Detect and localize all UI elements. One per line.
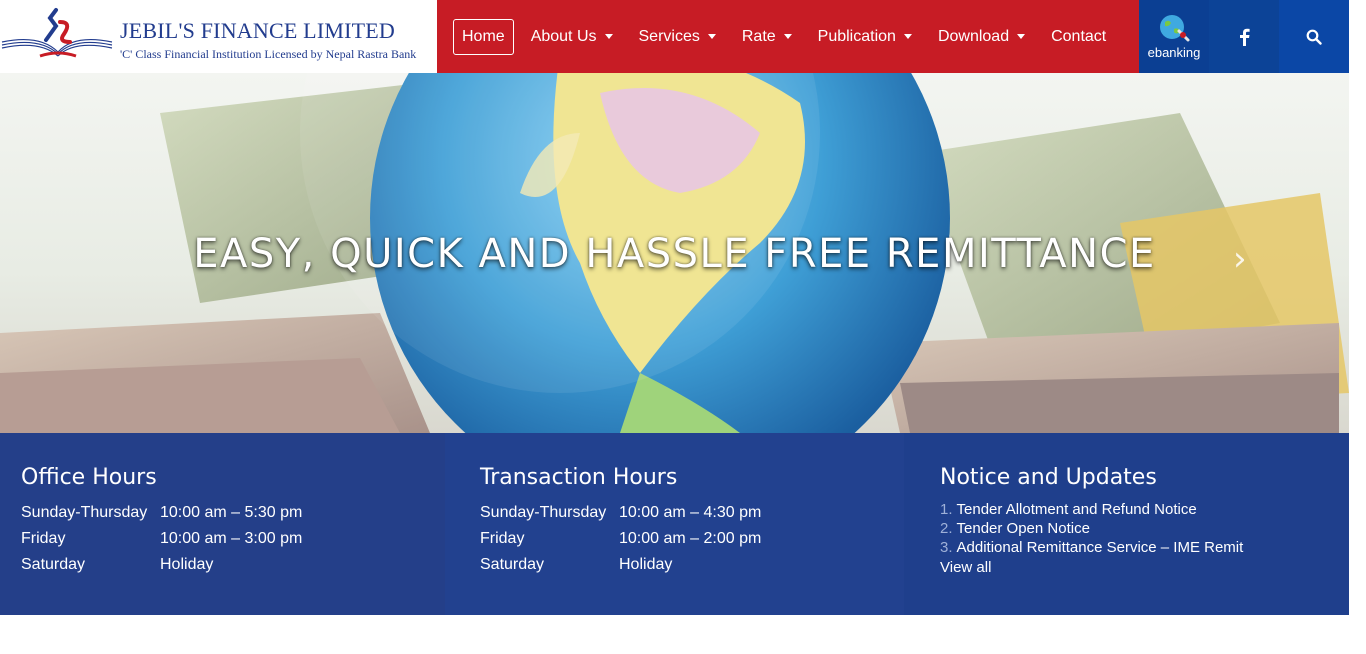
hours-time: Holiday xyxy=(619,556,673,573)
notice-item[interactable]: 2. Tender Open Notice xyxy=(940,519,1349,538)
chevron-down-icon xyxy=(783,34,792,39)
nav-services-label: Services xyxy=(638,27,700,45)
nav-download[interactable]: Download xyxy=(925,19,1038,55)
transaction-hours-title: Transaction Hours xyxy=(480,465,678,490)
site-header: JEBIL'S FINANCE LIMITED 'C' Class Financ… xyxy=(0,0,1349,73)
nav-about-us-label: About Us xyxy=(530,27,597,45)
notice-item[interactable]: 1. Tender Allotment and Refund Notice xyxy=(940,500,1349,519)
hours-day: Saturday xyxy=(480,556,545,573)
hours-day: Sunday-Thursday xyxy=(21,504,148,521)
facebook-icon xyxy=(1240,28,1250,46)
nav-home-label: Home xyxy=(462,27,505,45)
search-button[interactable] xyxy=(1279,0,1349,73)
notices-panel: Notice and Updates 1. Tender Allotment an… xyxy=(904,433,1349,615)
chevron-down-icon xyxy=(707,34,716,39)
facebook-button[interactable] xyxy=(1209,0,1279,73)
office-hours-panel: Office Hours Sunday-Thursday 10:00 am – … xyxy=(0,433,445,615)
nav-contact-label: Contact xyxy=(1051,27,1107,45)
notice-link[interactable]: Tender Open Notice xyxy=(957,520,1090,537)
nav-rate[interactable]: Rate xyxy=(729,19,805,55)
hours-day: Saturday xyxy=(21,556,86,573)
search-icon xyxy=(1306,29,1322,45)
transaction-hours-panel: Transaction Hours Sunday-Thursday 10:00 … xyxy=(445,433,904,615)
slider-next-arrow[interactable]: › xyxy=(1233,239,1247,279)
nav-rate-label: Rate xyxy=(741,27,776,45)
ebanking-button[interactable]: ebanking xyxy=(1139,0,1209,73)
company-tagline: 'C' Class Financial Institution Licensed… xyxy=(120,47,417,61)
utility-bar: ebanking xyxy=(1139,0,1349,73)
notice-link[interactable]: Additional Remittance Service – IME Remi… xyxy=(957,539,1244,556)
chevron-down-icon xyxy=(1017,34,1026,39)
notice-number: 1. xyxy=(940,501,953,518)
hours-time: 10:00 am – 2:00 pm xyxy=(619,530,762,547)
notice-number: 2. xyxy=(940,520,953,537)
chevron-down-icon xyxy=(903,34,912,39)
company-name: JEBIL'S FINANCE LIMITED xyxy=(120,18,395,43)
notice-list: 1. Tender Allotment and Refund Notice 2. T… xyxy=(940,500,1349,557)
main-nav: Home About Us Services Rate Publication … xyxy=(437,0,1139,73)
hours-row: Friday 10:00 am – 2:00 pm xyxy=(480,526,904,552)
hours-time: Holiday xyxy=(160,556,214,573)
nav-contact[interactable]: Contact xyxy=(1038,19,1119,55)
hours-time: 10:00 am – 3:00 pm xyxy=(160,530,303,547)
nav-download-label: Download xyxy=(937,27,1010,45)
hours-row: Friday 10:00 am – 3:00 pm xyxy=(21,526,445,552)
hours-time: 10:00 am – 4:30 pm xyxy=(619,504,762,521)
hours-day: Sunday-Thursday xyxy=(480,504,607,521)
hours-day: Friday xyxy=(480,530,525,547)
brand[interactable]: JEBIL'S FINANCE LIMITED 'C' Class Financ… xyxy=(0,0,437,73)
notice-item[interactable]: 3. Additional Remittance Service – IME Re… xyxy=(940,538,1349,557)
ebanking-label: ebanking xyxy=(1147,45,1201,60)
info-section: Office Hours Sunday-Thursday 10:00 am – … xyxy=(0,433,1349,615)
hero-slider: EASY, QUICK AND HASSLE FREE REMITTANCE › xyxy=(0,73,1349,433)
globe-icon xyxy=(1160,15,1190,42)
hours-row: Sunday-Thursday 10:00 am – 5:30 pm xyxy=(21,500,445,526)
notice-number: 3. xyxy=(940,539,953,556)
hours-row: Saturday Holiday xyxy=(21,552,445,578)
nav-publication-label: Publication xyxy=(817,27,896,45)
hours-time: 10:00 am – 5:30 pm xyxy=(160,504,303,521)
hours-row: Sunday-Thursday 10:00 am – 4:30 pm xyxy=(480,500,904,526)
notices-title: Notice and Updates xyxy=(940,465,1157,490)
notice-link[interactable]: Tender Allotment and Refund Notice xyxy=(957,501,1197,518)
nav-publication[interactable]: Publication xyxy=(805,19,925,55)
nav-services[interactable]: Services xyxy=(626,19,729,55)
nav-home[interactable]: Home xyxy=(453,18,514,55)
office-hours-title: Office Hours xyxy=(21,465,157,490)
chevron-down-icon xyxy=(604,34,613,39)
view-all-link[interactable]: View all xyxy=(940,559,1349,576)
hero-headline: EASY, QUICK AND HASSLE FREE REMITTANCE xyxy=(193,231,1156,277)
hours-day: Friday xyxy=(21,530,66,547)
hours-row: Saturday Holiday xyxy=(480,552,904,578)
company-logo xyxy=(1,8,113,58)
nav-about-us[interactable]: About Us xyxy=(518,19,626,55)
